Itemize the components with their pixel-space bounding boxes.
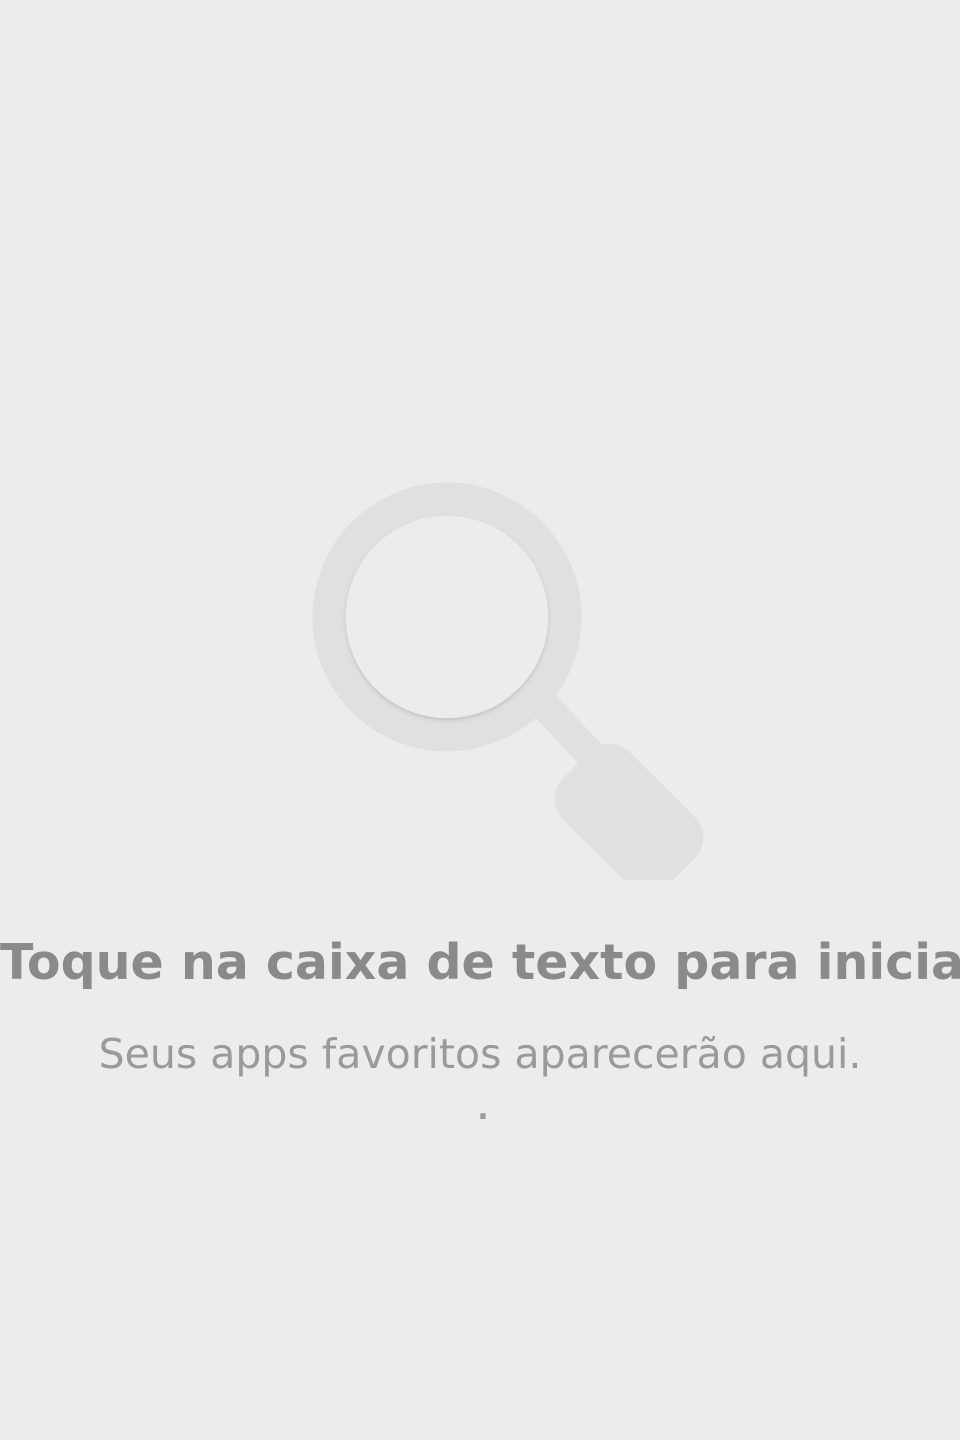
empty-state-title: Toque na caixa de texto para iniciar. bbox=[0, 934, 960, 991]
search-icon bbox=[300, 470, 710, 893]
empty-state-dot: . bbox=[477, 1092, 489, 1127]
empty-state-subtitle: Seus apps favoritos aparecerão aqui. bbox=[98, 1030, 862, 1078]
empty-state-screen: Toque na caixa de texto para iniciar. Se… bbox=[0, 0, 960, 1440]
